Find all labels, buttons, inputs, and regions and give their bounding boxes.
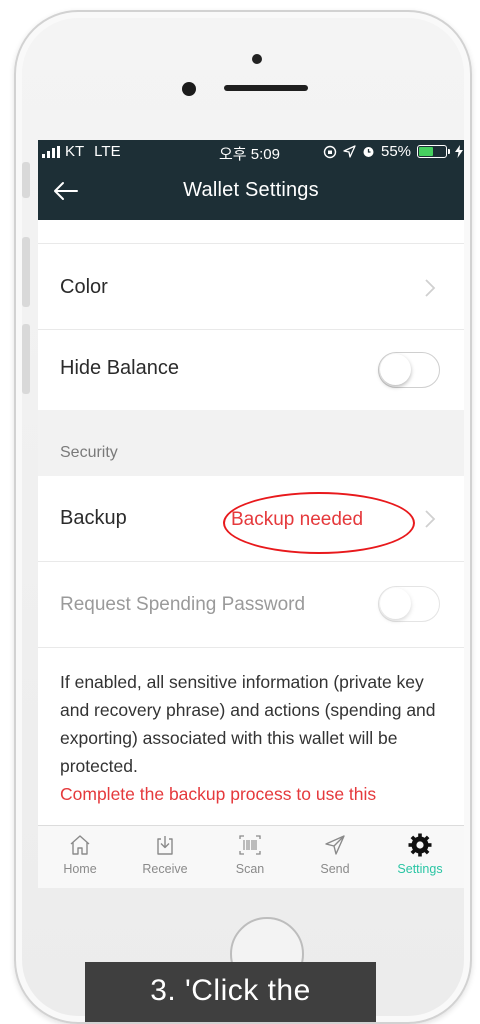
description-text: If enabled, all sensitive information (p… — [60, 672, 436, 776]
chevron-right-icon — [425, 510, 436, 528]
tab-settings[interactable]: Settings — [382, 832, 458, 876]
request-password-toggle[interactable] — [378, 586, 440, 622]
home-icon — [70, 835, 90, 855]
navigation-bar: Wallet Settings — [38, 164, 464, 220]
tab-home[interactable]: Home — [42, 832, 118, 876]
tab-receive[interactable]: Receive — [127, 832, 203, 876]
carrier-name: KT — [65, 143, 85, 160]
tab-settings-label: Settings — [397, 862, 443, 876]
proximity-sensor — [182, 82, 196, 96]
gear-icon — [408, 833, 432, 857]
tab-receive-label: Receive — [142, 862, 188, 876]
tab-send[interactable]: Send — [297, 832, 373, 876]
backup-warning-text: Complete the backup process to use this — [60, 784, 377, 804]
status-bar: KT LTE 오후 5:09 55% — [38, 140, 464, 164]
volume-down-button — [22, 324, 30, 394]
backup-label: Backup — [60, 507, 127, 529]
page-title: Wallet Settings — [183, 179, 319, 201]
receive-icon — [157, 836, 173, 855]
hide-balance-toggle[interactable] — [378, 352, 440, 388]
color-row[interactable]: Color — [38, 244, 464, 330]
chevron-right-icon — [425, 279, 436, 297]
send-icon — [325, 835, 345, 855]
previous-row-remnant — [38, 220, 464, 244]
backup-row[interactable]: Backup Backup needed — [38, 476, 464, 562]
annotation-circle — [223, 492, 415, 554]
tutorial-caption: 3. 'Click the — [85, 962, 376, 1022]
orientation-lock-icon — [323, 145, 337, 158]
request-spending-password-row: Request Spending Password — [38, 562, 464, 648]
password-description: If enabled, all sensitive information (p… — [60, 668, 446, 808]
caption-text: 3. 'Click the — [150, 974, 311, 1007]
barcode-scan-icon — [239, 835, 261, 855]
mute-switch — [22, 162, 30, 198]
alarm-icon — [363, 147, 374, 157]
tab-send-label: Send — [320, 862, 350, 876]
battery-percent: 55% — [381, 143, 412, 160]
tab-home-label: Home — [63, 862, 97, 876]
network-type: LTE — [94, 143, 121, 160]
front-camera — [252, 54, 262, 64]
clock: 오후 5:09 — [219, 146, 280, 163]
battery-icon — [417, 145, 451, 158]
hide-balance-row: Hide Balance — [38, 330, 464, 410]
tab-scan[interactable]: Scan — [212, 832, 288, 876]
charging-icon — [455, 145, 464, 158]
hide-balance-label: Hide Balance — [60, 357, 179, 379]
tab-bar: Home Receive Scan Send Settings — [38, 825, 464, 888]
settings-list: Color Hide Balance Security Backup Backu… — [38, 220, 464, 825]
phone-screen: KT LTE 오후 5:09 55% Wallet Settings Color… — [38, 140, 464, 888]
security-section-label: Security — [60, 444, 118, 461]
color-label: Color — [60, 276, 108, 298]
signal-strength-icon — [42, 145, 60, 158]
security-section-header: Security — [38, 410, 464, 476]
earpiece-speaker — [224, 85, 308, 91]
volume-up-button — [22, 237, 30, 307]
location-icon — [343, 145, 356, 158]
tab-scan-label: Scan — [235, 862, 265, 876]
request-password-label: Request Spending Password — [60, 594, 306, 615]
